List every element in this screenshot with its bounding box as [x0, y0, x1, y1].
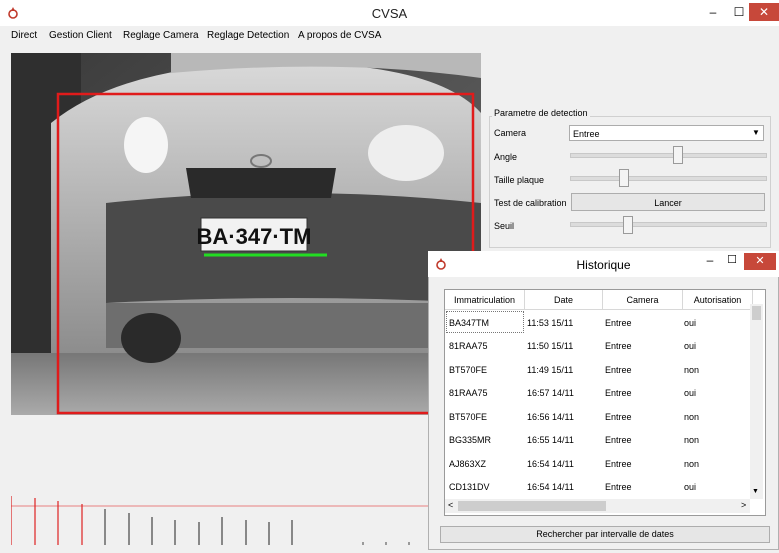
maximize-button[interactable]: ☐ [722, 253, 742, 266]
table-cell[interactable]: oui [684, 482, 696, 492]
chevron-down-icon[interactable]: ▼ [752, 125, 760, 141]
vertical-scroll-thumb[interactable] [752, 306, 761, 320]
minimize-button[interactable]: – [700, 253, 720, 267]
table-cell[interactable]: non [684, 412, 699, 422]
search-date-range-button[interactable]: Rechercher par intervalle de dates [440, 526, 770, 543]
table-cell[interactable]: Entree [605, 318, 632, 328]
menu-bar [0, 26, 779, 44]
chevron-down-icon[interactable]: ▼ [752, 488, 759, 495]
table-cell[interactable]: Entree [605, 482, 632, 492]
table-row[interactable]: 81RAA75 [449, 388, 488, 398]
taille-label: Taille plaque [494, 175, 545, 185]
table-cell[interactable]: oui [684, 388, 696, 398]
seuil-slider-thumb[interactable] [622, 216, 633, 234]
table-cell[interactable]: non [684, 459, 699, 469]
camera-view: BA·347·TM [11, 53, 481, 415]
table-row[interactable]: BG335MR [449, 435, 491, 445]
column-header-camera[interactable]: Camera [603, 290, 683, 310]
angle-slider[interactable] [570, 153, 767, 158]
column-header-autorisation[interactable]: Autorisation [683, 290, 753, 310]
test-label: Test de calibration [494, 198, 567, 208]
horizontal-scroll-thumb[interactable] [458, 501, 606, 511]
table-cell[interactable]: Entree [605, 412, 632, 422]
table-cell[interactable]: 16:54 14/11 [527, 482, 574, 492]
table-cell[interactable]: non [684, 365, 699, 375]
table-cell[interactable]: Entree [605, 435, 632, 445]
table-cell[interactable]: Entree [605, 341, 632, 351]
table-cell[interactable]: 16:55 14/11 [527, 435, 574, 445]
table-cell[interactable]: Entree [605, 459, 632, 469]
table-cell[interactable]: 16:57 14/11 [527, 388, 574, 398]
seuil-slider[interactable] [570, 222, 767, 227]
camera-label: Camera [494, 128, 527, 138]
table-cell[interactable]: Entree [605, 388, 632, 398]
menu-reglage-camera[interactable]: Reglage Camera [123, 30, 199, 41]
angle-slider-thumb[interactable] [673, 146, 684, 164]
seuil-label: Seuil [494, 221, 515, 231]
vertical-scrollbar[interactable] [750, 304, 763, 499]
table-cell[interactable]: 11:53 15/11 [527, 318, 573, 328]
table-cell[interactable]: Entree [605, 365, 632, 375]
table-cell[interactable]: 16:54 14/11 [527, 459, 574, 469]
lancer-button[interactable]: Lancer [571, 193, 765, 211]
scroll-right-icon[interactable]: > [741, 500, 746, 510]
plate-text: BA·347·TM [197, 224, 312, 249]
table-row[interactable]: BT570FE [449, 412, 487, 422]
menu-reglage-detection[interactable]: Reglage Detection [207, 30, 289, 41]
column-header-immatriculation[interactable]: Immatriculation [445, 290, 525, 310]
camera-select[interactable]: Entree [569, 125, 764, 141]
table-cell[interactable]: non [684, 435, 699, 445]
menu-a-propos[interactable]: A propos de CVSA [298, 30, 381, 41]
signal-histogram [10, 490, 431, 550]
table-cell[interactable]: 16:56 14/11 [527, 412, 574, 422]
menu-direct[interactable]: Direct [11, 30, 37, 41]
table-row[interactable]: 81RAA75 [449, 341, 488, 351]
table-row[interactable]: AJ863XZ [449, 459, 486, 469]
table-row[interactable]: CD131DV [449, 482, 490, 492]
scroll-left-icon[interactable]: < [448, 500, 453, 510]
table-cell[interactable]: 11:50 15/11 [527, 341, 573, 351]
taille-slider[interactable] [570, 176, 767, 181]
params-title: Parametre de detection [492, 108, 590, 118]
taille-slider-thumb[interactable] [618, 169, 629, 187]
close-button[interactable]: ✕ [749, 3, 779, 21]
window-title: CVSA [371, 6, 408, 21]
table-cell[interactable]: oui [684, 318, 696, 328]
close-button[interactable]: ✕ [744, 253, 776, 270]
menu-gestion-client[interactable]: Gestion Client [49, 30, 112, 41]
minimize-button[interactable]: – [700, 3, 726, 21]
angle-label: Angle [494, 152, 518, 162]
table-row[interactable]: BT570FE [449, 365, 487, 375]
table-cell[interactable]: oui [684, 341, 696, 351]
column-header-date[interactable]: Date [525, 290, 603, 310]
table-row[interactable]: BA347TM [449, 318, 489, 328]
table-cell[interactable]: 11:49 15/11 [527, 365, 573, 375]
